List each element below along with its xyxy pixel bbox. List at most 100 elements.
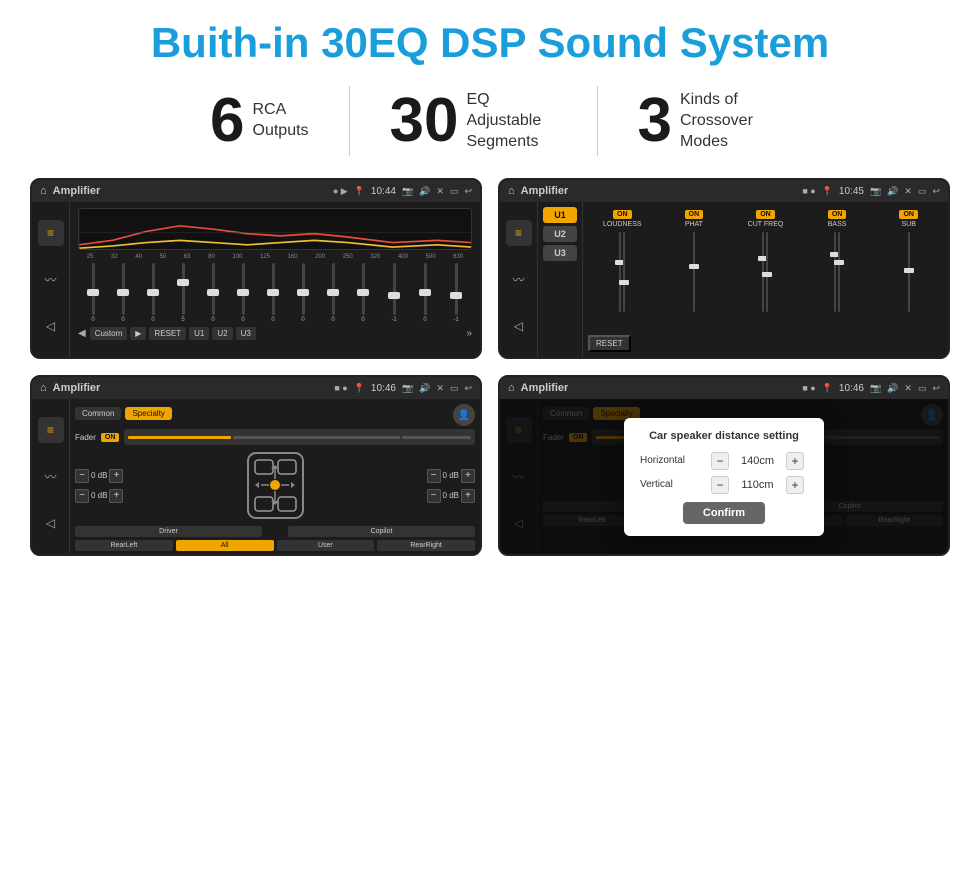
home-icon-4[interactable]: ⌂ — [508, 382, 515, 394]
eq-slider-4[interactable]: 5 — [181, 263, 184, 323]
back-icon-3[interactable]: ↩ — [464, 383, 472, 394]
freq-80: 80 — [208, 254, 215, 260]
eq-slider-1[interactable]: 0 — [91, 263, 94, 323]
horizontal-label: Horizontal — [640, 455, 705, 466]
stat-eq: 30 EQ AdjustableSegments — [350, 90, 597, 152]
minimize-icon-3[interactable]: ▭ — [450, 383, 459, 394]
back-icon-2[interactable]: ↩ — [932, 186, 940, 197]
db-fr-minus[interactable]: − — [427, 469, 441, 483]
back-icon-4[interactable]: ↩ — [932, 383, 940, 394]
amp2-u3-preset[interactable]: U3 — [543, 245, 577, 261]
db-fr-plus[interactable]: + — [461, 469, 475, 483]
avatar-icon[interactable]: 👤 — [453, 404, 475, 426]
eq-preset-custom[interactable]: Custom — [90, 327, 128, 340]
db-fl-minus[interactable]: − — [75, 469, 89, 483]
eq-preset-u1[interactable]: U1 — [189, 327, 209, 340]
minimize-icon-4[interactable]: ▭ — [918, 383, 927, 394]
horizontal-plus-button[interactable]: + — [786, 452, 804, 470]
db-rl-plus[interactable]: + — [109, 489, 123, 503]
screen-amp2-content: ≡ 〰 ◁ U1 U2 U3 ON LOUDNESS — [500, 202, 948, 357]
close-icon-3[interactable]: ✕ — [436, 383, 444, 394]
fader-sidebar-wave-icon[interactable]: 〰 — [38, 464, 64, 490]
freq-125: 125 — [260, 254, 270, 260]
horizontal-minus-button[interactable]: − — [711, 452, 729, 470]
eq-slider-2[interactable]: 0 — [121, 263, 124, 323]
freq-100: 100 — [232, 254, 242, 260]
eq-slider-6[interactable]: 0 — [241, 263, 244, 323]
close-icon[interactable]: ✕ — [436, 186, 444, 197]
eq-preset-reset[interactable]: RESET — [149, 327, 186, 340]
all-button[interactable]: All — [176, 540, 274, 551]
phat-on-badge[interactable]: ON — [685, 210, 704, 219]
sub-label: SUB — [901, 221, 915, 228]
rearright-button[interactable]: RearRight — [377, 540, 475, 551]
home-icon-3[interactable]: ⌂ — [40, 382, 47, 394]
screen-eq: ⌂ Amplifier ● ▶ 📍 10:44 📷 🔊 ✕ ▭ ↩ ≡ 〰 ◁ — [30, 178, 482, 359]
amp2-sidebar-speaker-icon[interactable]: ◁ — [506, 313, 532, 339]
cs-tabs: Common Specialty — [75, 407, 172, 420]
close-icon-2[interactable]: ✕ — [904, 186, 912, 197]
bass-on-badge[interactable]: ON — [828, 210, 847, 219]
freq-40: 40 — [135, 254, 142, 260]
eq-slider-12[interactable]: 0 — [423, 263, 426, 323]
amp2-controls-area: ON LOUDNESS — [583, 202, 948, 357]
freq-630: 630 — [453, 254, 463, 260]
minimize-icon-2[interactable]: ▭ — [918, 186, 927, 197]
eq-sidebar-eq-icon[interactable]: ≡ — [38, 220, 64, 246]
home-icon[interactable]: ⌂ — [40, 185, 47, 197]
user-button[interactable]: User — [277, 540, 375, 551]
eq-expand-button[interactable]: » — [466, 328, 472, 339]
db-rr-minus[interactable]: − — [427, 489, 441, 503]
eq-slider-11[interactable]: -1 — [391, 263, 396, 323]
screen-fader-time: 10:46 — [371, 383, 396, 394]
eq-preset-play[interactable]: ▶ — [130, 327, 146, 340]
eq-preset-u3[interactable]: U3 — [236, 327, 256, 340]
driver-button[interactable]: Driver — [75, 526, 262, 537]
eq-slider-5[interactable]: 0 — [211, 263, 214, 323]
volume-icon: 🔊 — [419, 186, 430, 197]
rearleft-button[interactable]: RearLeft — [75, 540, 173, 551]
sub-on-badge[interactable]: ON — [899, 210, 918, 219]
eq-slider-7[interactable]: 0 — [271, 263, 274, 323]
db-rl-minus[interactable]: − — [75, 489, 89, 503]
vertical-plus-button[interactable]: + — [786, 476, 804, 494]
copilot-button[interactable]: Copilot — [288, 526, 475, 537]
fader-sidebar-speaker-icon[interactable]: ◁ — [38, 510, 64, 536]
loudness-on-badge[interactable]: ON — [613, 210, 632, 219]
amp2-reset-button[interactable]: RESET — [588, 335, 631, 352]
amp2-sidebar-eq-icon[interactable]: ≡ — [506, 220, 532, 246]
db-fl-plus[interactable]: + — [109, 469, 123, 483]
screen-dialog-topbar: ⌂ Amplifier ■ ● 📍 10:46 📷 🔊 ✕ ▭ ↩ — [500, 377, 948, 399]
eq-preset-u2[interactable]: U2 — [212, 327, 232, 340]
eq-main: 25 32 40 50 63 80 100 125 160 200 250 32… — [70, 202, 480, 357]
fader-sidebar-eq-icon[interactable]: ≡ — [38, 417, 64, 443]
close-icon-4[interactable]: ✕ — [904, 383, 912, 394]
eq-slider-13[interactable]: -1 — [453, 263, 458, 323]
eq-slider-8[interactable]: 0 — [301, 263, 304, 323]
eq-slider-9[interactable]: 0 — [331, 263, 334, 323]
minimize-icon[interactable]: ▭ — [450, 186, 459, 197]
eq-slider-10[interactable]: 0 — [361, 263, 364, 323]
eq-sidebar-wave-icon[interactable]: 〰 — [38, 267, 64, 293]
eq-slider-3[interactable]: 0 — [151, 263, 154, 323]
screen-fader-topbar: ⌂ Amplifier ■ ● 📍 10:46 📷 🔊 ✕ ▭ ↩ — [32, 377, 480, 399]
db-control-rr: − 0 dB + — [427, 489, 475, 503]
db-rr-plus[interactable]: + — [461, 489, 475, 503]
vertical-minus-button[interactable]: − — [711, 476, 729, 494]
fader-on-badge[interactable]: ON — [101, 433, 120, 442]
tab-specialty[interactable]: Specialty — [125, 407, 171, 420]
dot-icon-2: ■ ● — [802, 186, 815, 196]
freq-400: 400 — [398, 254, 408, 260]
amp2-u2-preset[interactable]: U2 — [543, 226, 577, 242]
eq-prev-button[interactable]: ◀ — [78, 328, 86, 339]
tab-common[interactable]: Common — [75, 407, 121, 420]
home-icon-2[interactable]: ⌂ — [508, 185, 515, 197]
confirm-button[interactable]: Confirm — [683, 502, 765, 524]
amp2-u1-preset[interactable]: U1 — [543, 207, 577, 223]
eq-sidebar-speaker-icon[interactable]: ◁ — [38, 313, 64, 339]
back-icon[interactable]: ↩ — [464, 186, 472, 197]
screen-amp2-topbar: ⌂ Amplifier ■ ● 📍 10:45 📷 🔊 ✕ ▭ ↩ — [500, 180, 948, 202]
screen-eq-content: ≡ 〰 ◁ 25 3 — [32, 202, 480, 357]
amp2-sidebar-wave-icon[interactable]: 〰 — [506, 267, 532, 293]
cutfreq-on-badge[interactable]: ON — [756, 210, 775, 219]
